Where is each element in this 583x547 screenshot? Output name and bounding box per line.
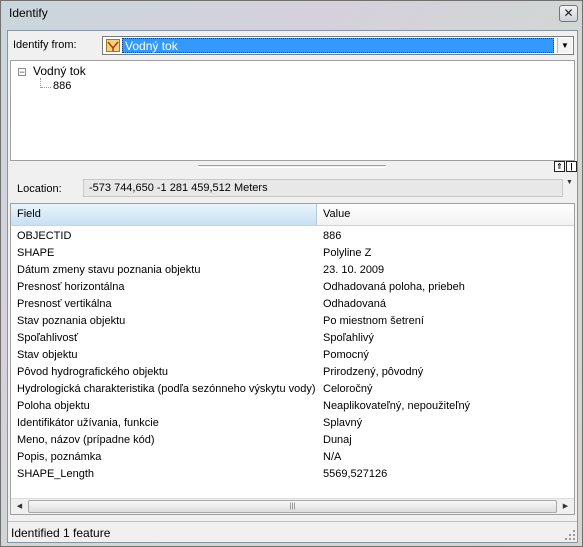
info-pane-icon[interactable]: | [566, 161, 577, 172]
location-label: Location: [17, 183, 62, 195]
tree-item-layer[interactable]: Vodný tok [33, 64, 86, 78]
close-icon: ✕ [563, 6, 574, 20]
value-cell: Polyline Z [323, 247, 372, 259]
table-row[interactable]: Spoľahlivosť Spoľahlivý [11, 330, 574, 347]
value-cell: N/A [323, 451, 342, 463]
chevron-down-icon[interactable]: ▼ [557, 38, 572, 53]
table-row[interactable]: SHAPE Polyline Z [11, 245, 574, 262]
close-button[interactable]: ✕ [559, 5, 578, 22]
value-cell: Dunaj [323, 434, 352, 446]
field-cell: Meno, názov (prípadne kód) [17, 434, 155, 446]
field-cell: Stav poznania objektu [17, 315, 126, 327]
table-row[interactable]: Stav poznania objektu Po miestnom šetrení [11, 313, 574, 330]
tree-connector [41, 87, 51, 88]
table-row[interactable]: Presnosť vertikálna Odhadovaná [11, 296, 574, 313]
value-cell: Prirodzený, pôvodný [323, 366, 424, 378]
field-cell: Presnosť vertikálna [17, 298, 112, 310]
resize-grip-icon[interactable] [565, 530, 575, 540]
value-cell: Splavný [323, 417, 363, 429]
field-cell: Poloha objektu [17, 400, 90, 412]
column-header-field[interactable]: Field [11, 204, 317, 225]
field-cell: SHAPE_Length [17, 468, 95, 480]
value-cell: 886 [323, 230, 342, 242]
status-bar: Identified 1 feature [8, 521, 577, 542]
identify-from-dropdown[interactable]: Vodný tok ▼ [102, 36, 574, 55]
value-cell: Odhadovaná poloha, priebeh [323, 281, 465, 293]
value-cell: Spoľahlivý [323, 332, 374, 344]
field-cell: Hydrologická charakteristika (podľa sezó… [17, 383, 315, 395]
field-cell: OBJECTID [17, 230, 72, 242]
table-row[interactable]: Hydrologická charakteristika (podľa sezó… [11, 381, 574, 398]
horizontal-scrollbar[interactable]: ◀ ||| ▶ [11, 498, 574, 514]
scroll-left-icon[interactable]: ◀ [12, 500, 27, 513]
table-row[interactable]: Popis, poznámka N/A [11, 449, 574, 466]
table-row[interactable]: Meno, názov (prípadne kód) Dunaj [11, 432, 574, 449]
value-cell: 23. 10. 2009 [323, 264, 385, 276]
table-row[interactable]: Presnosť horizontálna Odhadovaná poloha, … [11, 279, 574, 296]
expand-pane-icon[interactable]: ⇑ [554, 161, 565, 172]
table-row[interactable]: Poloha objektu Neaplikovateľný, nepoužite… [11, 398, 574, 415]
location-value: -573 744,650 -1 281 459,512 Meters [83, 179, 563, 197]
status-text: Identified 1 feature [11, 526, 111, 540]
identify-from-value: Vodný tok [122, 38, 554, 53]
column-header-value[interactable]: Value [317, 204, 574, 225]
scroll-right-icon[interactable]: ▶ [558, 500, 573, 513]
identify-window: Identify ✕ Identify from: Vodný tok ▼ − … [0, 0, 583, 547]
title-bar[interactable]: Identify ✕ [1, 1, 582, 27]
layer-icon [106, 39, 120, 52]
field-cell: Spoľahlivosť [17, 332, 79, 344]
window-title: Identify [9, 6, 48, 20]
field-cell: SHAPE [17, 247, 55, 259]
tree-item-feature[interactable]: 886 [53, 80, 71, 92]
value-cell: Po miestnom šetrení [323, 315, 424, 327]
field-cell: Stav objektu [17, 349, 78, 361]
value-cell: Odhadovaná [323, 298, 386, 310]
results-tree[interactable]: − Vodný tok 886 [10, 60, 575, 161]
value-cell: 5569,527126 [323, 468, 388, 480]
field-cell: Dátum zmeny stavu poznania objektu [17, 264, 201, 276]
table-row[interactable]: OBJECTID 886 [11, 228, 574, 245]
identify-panel: Identify from: Vodný tok ▼ − Vodný tok 8… [7, 30, 578, 543]
field-cell: Popis, poznámka [17, 451, 102, 463]
table-row[interactable]: SHAPE_Length 5569,527126 [11, 466, 574, 483]
grid-header: Field Value [11, 204, 574, 226]
collapse-icon[interactable]: − [18, 68, 26, 77]
table-row[interactable]: Pôvod hydrografického objektu Prirodzený,… [11, 364, 574, 381]
value-cell: Celoročný [323, 383, 373, 395]
attributes-grid[interactable]: Field Value OBJECTID 886 SHAPE Polyline Z Dá… [10, 203, 575, 515]
value-cell: Neaplikovateľný, nepoužiteľný [323, 400, 471, 412]
identify-from-label: Identify from: [13, 39, 77, 51]
pane-splitter[interactable] [198, 165, 386, 168]
field-cell: Pôvod hydrografického objektu [17, 366, 169, 378]
table-row[interactable]: Dátum zmeny stavu poznania objektu 23. 10… [11, 262, 574, 279]
field-cell: Identifikátor užívania, funkcie [17, 417, 159, 429]
field-cell: Presnosť horizontálna [17, 281, 125, 293]
location-units-icon[interactable]: ▼ [566, 179, 573, 186]
scrollbar-thumb[interactable]: ||| [28, 500, 557, 513]
table-row[interactable]: Identifikátor užívania, funkcie Splavný [11, 415, 574, 432]
table-row[interactable]: Stav objektu Pomocný [11, 347, 574, 364]
value-cell: Pomocný [323, 349, 369, 361]
